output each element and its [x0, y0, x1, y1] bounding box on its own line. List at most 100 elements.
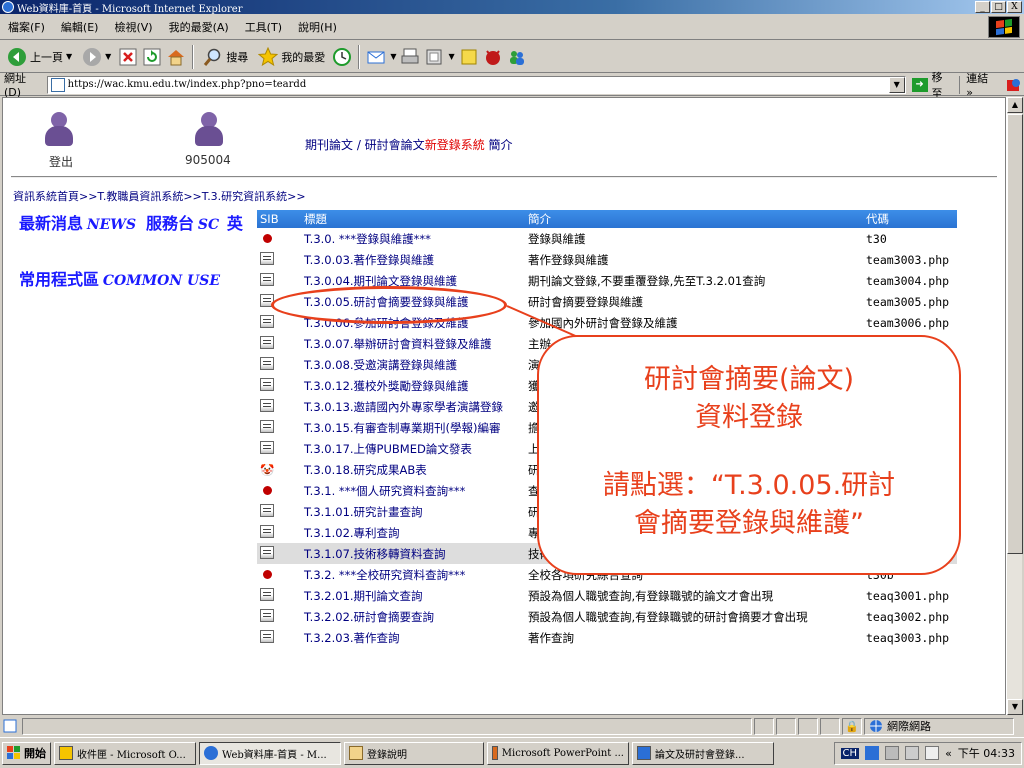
tray-icon[interactable] [885, 746, 900, 760]
nav-news-en[interactable]: NEWS [87, 217, 136, 233]
history-icon[interactable] [332, 47, 352, 67]
nav-service-desk-en[interactable]: SC [198, 217, 219, 233]
document-icon [260, 272, 274, 286]
row-icon-cell: 🤡 [257, 459, 301, 480]
go-arrow-icon[interactable]: ➜ [911, 77, 928, 92]
task-word[interactable]: 論文及研討會登錄... [632, 741, 774, 765]
table-row[interactable]: T.3.0.03.著作登錄與維護 著作登錄與維護 team3003.php [257, 249, 957, 270]
note-icon[interactable] [459, 47, 479, 67]
row-title[interactable]: T.3.2.03.著作查詢 [301, 627, 525, 648]
task-folder[interactable]: 登錄說明 [344, 741, 484, 765]
row-title[interactable]: T.3.1.01.研究計畫查詢 [301, 501, 525, 522]
row-desc: 預設為個人職號查詢,有登錄職號的論文才會出現 [528, 588, 774, 603]
system-title-suffix: 簡介 [484, 138, 513, 152]
row-title[interactable]: T.3.0.12.獲校外獎勵登錄與維護 [301, 375, 525, 396]
tray-expand-icon[interactable]: « [945, 747, 952, 760]
row-title[interactable]: T.3.0.08.受邀演講登錄與維護 [301, 354, 525, 375]
back-button[interactable]: 上一頁 ▼ [4, 47, 75, 67]
forward-button[interactable]: ▼ [79, 47, 114, 67]
nav-english[interactable]: 英 [227, 214, 243, 233]
edit-dropdown-icon[interactable]: ▼ [448, 52, 454, 61]
ime-icon[interactable] [865, 746, 880, 760]
start-button[interactable]: 開始 [2, 741, 51, 765]
row-icon-cell [257, 270, 301, 291]
row-title[interactable]: T.3.1.07.技術移轉資料查詢 [301, 543, 525, 564]
extension-icon[interactable] [1004, 75, 1024, 95]
nav-common-programs-en[interactable]: COMMON USE [103, 273, 220, 289]
row-icon-cell [257, 354, 301, 375]
forward-dropdown-icon[interactable]: ▼ [105, 52, 111, 61]
row-title[interactable]: T.3.0.07.舉辦研討會資料登錄及維護 [301, 333, 525, 354]
row-title[interactable]: T.3.2. ***全校研究資料查詢*** [301, 564, 525, 585]
address-dropdown-icon[interactable]: ▼ [888, 76, 905, 93]
home-icon[interactable] [166, 47, 186, 67]
scroll-thumb[interactable] [1007, 114, 1023, 554]
task-outlook[interactable]: 收件匣 - Microsoft O... [54, 741, 196, 765]
vertical-scrollbar[interactable]: ▲ ▼ [1006, 97, 1023, 715]
table-row[interactable]: T.3.2.02.研討會摘要查詢 預設為個人職號查詢,有登錄職號的研討會摘要才會出… [257, 606, 957, 627]
mail-dropdown-icon[interactable]: ▼ [390, 52, 396, 61]
back-dropdown-icon[interactable]: ▼ [66, 52, 72, 61]
edit-icon[interactable] [424, 47, 444, 67]
links-button[interactable]: 連結 » [966, 70, 998, 99]
row-icon-cell [257, 606, 301, 627]
row-title[interactable]: T.3.0.15.有審查制專業期刊(學報)編審 [301, 417, 525, 438]
devil-icon[interactable] [483, 47, 503, 67]
outlook-icon [59, 746, 73, 760]
logout-label[interactable]: 登出 [49, 153, 73, 170]
status-cell [798, 717, 818, 735]
maximize-button[interactable]: □ [991, 1, 1006, 13]
status-bar: 🔒 網際網路 [0, 716, 1024, 736]
row-title[interactable]: T.3.0.18.研究成果AB表 [301, 459, 525, 480]
menu-edit[interactable]: 編輯(E) [53, 19, 107, 35]
stop-icon[interactable] [118, 47, 138, 67]
menu-view[interactable]: 檢視(V) [106, 19, 160, 35]
refresh-icon[interactable] [142, 47, 162, 67]
go-button[interactable]: 移至 [932, 69, 954, 101]
nav-service-desk[interactable]: 服務台 [146, 214, 194, 233]
scroll-up-icon[interactable]: ▲ [1007, 97, 1023, 113]
page-viewport[interactable]: 登出 905004 期刊論文 / 研討會論文新登錄系統 簡介 資訊系統首頁>>T… [2, 97, 1006, 715]
breadcrumb[interactable]: 資訊系統首頁>>T.教職員資訊系統>>T.3.研究資訊系統>> [13, 188, 306, 204]
row-title[interactable]: T.3.0. ***登錄與維護*** [301, 228, 525, 249]
callout-line2: 資料登錄 [695, 402, 803, 433]
nav-news[interactable]: 最新消息 [19, 214, 83, 233]
minimize-button[interactable]: _ [975, 1, 990, 13]
logout-icon[interactable] [39, 110, 79, 152]
task-powerpoint[interactable]: Microsoft PowerPoint ... [487, 741, 629, 765]
row-title[interactable]: T.3.0.17.上傳PUBMED論文發表 [301, 438, 525, 459]
menu-file[interactable]: 檔案(F) [0, 19, 53, 35]
row-title[interactable]: T.3.2.02.研討會摘要查詢 [301, 606, 525, 627]
nav-common-programs[interactable]: 常用程式區 [19, 270, 99, 289]
row-title[interactable]: T.3.1. ***個人研究資料查詢*** [301, 480, 525, 501]
table-row[interactable]: T.3.2.03.著作查詢 著作查詢 teaq3003.php [257, 627, 957, 648]
table-row[interactable]: T.3.0. ***登錄與維護*** 登錄與維護 t30 [257, 228, 957, 249]
print-icon[interactable] [400, 47, 420, 67]
row-title[interactable]: T.3.2.01.期刊論文查詢 [301, 585, 525, 606]
window-title-bar[interactable]: Web資料庫-首頁 - Microsoft Internet Explorer … [0, 0, 1024, 15]
document-icon [260, 398, 274, 412]
menu-favorites[interactable]: 我的最愛(A) [161, 19, 237, 35]
row-desc: 期刊論文登錄,不要重覆登錄,先至T.3.2.01查詢 [528, 273, 766, 288]
search-button[interactable]: 搜尋 [200, 47, 251, 67]
menu-help[interactable]: 說明(H) [290, 19, 345, 35]
table-row[interactable]: T.3.2.01.期刊論文查詢 預設為個人職號查詢,有登錄職號的論文才會出現 tea… [257, 585, 957, 606]
col-title: 標題 [301, 210, 525, 228]
scroll-down-icon[interactable]: ▼ [1007, 699, 1023, 715]
favorites-button[interactable]: 我的最愛 [255, 46, 328, 67]
task-ie[interactable]: Web資料庫-首頁 - M... [199, 741, 341, 765]
callout-line4: 會摘要登錄與維護” [634, 508, 864, 539]
row-title[interactable]: T.3.1.02.專利查詢 [301, 522, 525, 543]
mail-icon[interactable] [366, 47, 386, 67]
row-title[interactable]: T.3.0.03.著作登錄與維護 [301, 249, 525, 270]
toolbar-separator [192, 44, 195, 69]
close-button[interactable]: X [1007, 1, 1022, 13]
input-lang[interactable]: CH [840, 747, 860, 759]
messenger-icon[interactable] [507, 47, 527, 67]
tray-icon[interactable] [905, 746, 920, 760]
volume-icon[interactable] [925, 746, 940, 760]
system-title-prefix: 期刊論文 / 研討會論文 [305, 138, 425, 152]
menu-tools[interactable]: 工具(T) [237, 19, 290, 35]
address-input[interactable]: https://wac.kmu.edu.tw/index.php?pno=tea… [46, 75, 906, 94]
row-title[interactable]: T.3.0.13.邀請國內外專家學者演講登錄 [301, 396, 525, 417]
